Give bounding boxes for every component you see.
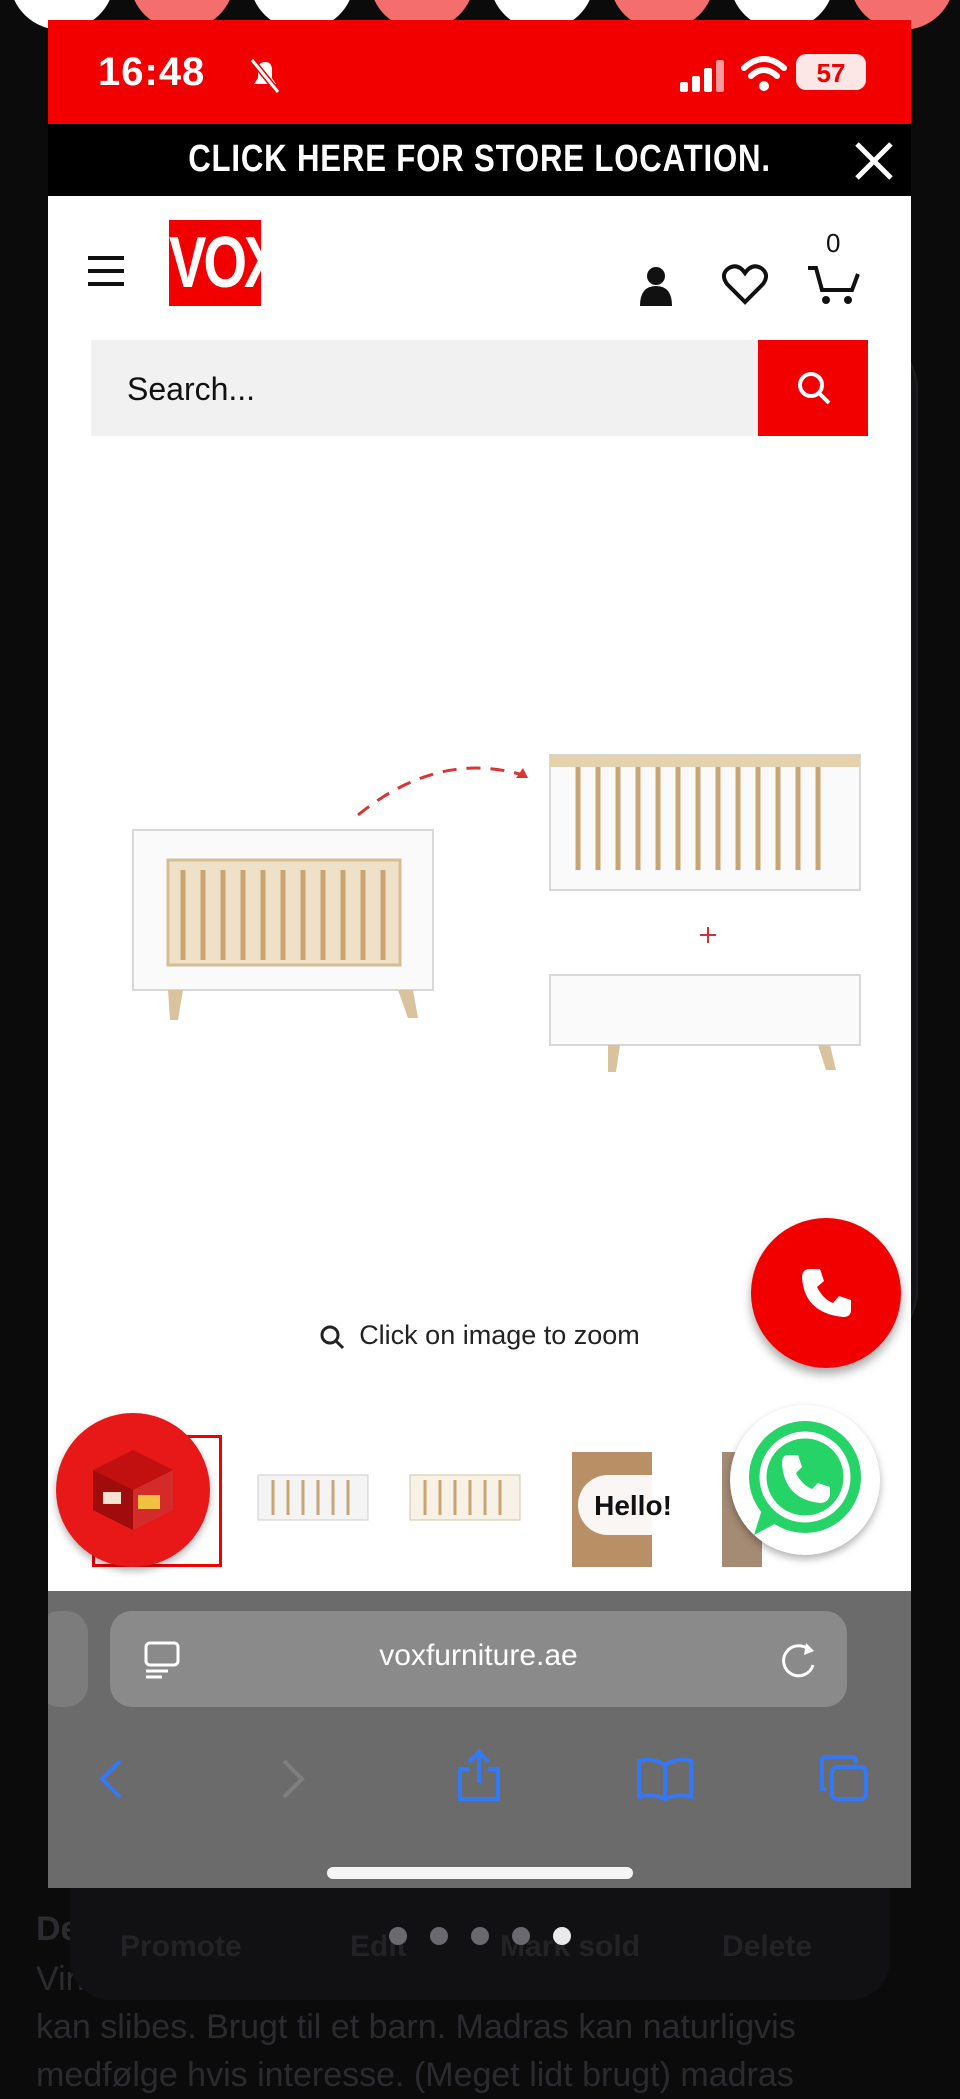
cart-count: 0	[826, 228, 841, 258]
previous-tab-peek[interactable]	[48, 1611, 88, 1707]
search-box	[91, 340, 758, 438]
delete-button[interactable]: Delete	[722, 1930, 812, 1964]
store-location-banner[interactable]: CLICK HERE FOR STORE LOCATION.	[48, 124, 911, 196]
product-image[interactable]	[108, 720, 868, 1120]
search-input[interactable]	[125, 340, 729, 438]
pager-dot[interactable]	[471, 1927, 489, 1945]
search-bar	[91, 340, 868, 438]
battery-indicator: 57	[796, 54, 866, 90]
thumbnail[interactable]	[400, 1435, 530, 1555]
battery-level: 57	[816, 58, 846, 88]
reload-icon[interactable]	[780, 1639, 818, 1679]
site-header: VOX 0	[48, 196, 911, 306]
pager-dot[interactable]	[389, 1927, 407, 1945]
room-planner-button[interactable]	[56, 1413, 210, 1567]
pager-dot[interactable]	[430, 1927, 448, 1945]
background-description-line: medfølge hvis interesse. (Meget lidt bru…	[36, 2056, 794, 2094]
vox-logo[interactable]: VOX	[169, 220, 281, 306]
pager-dot[interactable]	[512, 1927, 530, 1945]
account-icon[interactable]	[638, 266, 674, 306]
mute-icon	[249, 58, 281, 94]
whatsapp-button[interactable]	[730, 1405, 880, 1555]
chat-bubble-text: Hello!	[594, 1490, 672, 1521]
forward-icon[interactable]	[280, 1757, 306, 1801]
home-indicator[interactable]	[327, 1867, 633, 1879]
browser-toolbar: voxfurniture.ae	[48, 1591, 911, 1888]
cart-icon[interactable]	[806, 264, 860, 306]
wifi-icon	[741, 56, 787, 91]
pager-dot-active[interactable]	[553, 1927, 571, 1945]
thumbnail-strip: Hello!	[48, 1405, 911, 1575]
thumbnail-image	[257, 1474, 369, 1521]
address-bar[interactable]: voxfurniture.ae	[110, 1611, 847, 1707]
share-icon[interactable]	[456, 1749, 502, 1803]
heart-icon[interactable]	[722, 264, 768, 306]
status-time: 16:48	[98, 50, 206, 94]
url-text[interactable]: voxfurniture.ae	[110, 1639, 847, 1673]
background-description-line: kan slibes. Brugt til et barn. Madras ka…	[36, 2008, 796, 2046]
back-icon[interactable]	[98, 1757, 124, 1801]
tabs-icon[interactable]	[818, 1753, 870, 1803]
promote-button[interactable]: Promote	[120, 1930, 242, 1964]
menu-icon[interactable]	[88, 256, 124, 288]
website-screenshot: 16:48 57 CLICK HERE FOR STORE LOCATION.	[48, 20, 911, 1888]
phone-icon	[802, 1269, 851, 1317]
whatsapp-icon	[749, 1421, 861, 1535]
close-icon[interactable]	[849, 136, 899, 186]
chat-bubble[interactable]: Hello!	[578, 1475, 688, 1535]
zoom-hint-label: Click on image to zoom	[359, 1320, 640, 1350]
search-icon	[798, 372, 831, 405]
room-icon	[93, 1450, 173, 1530]
status-bar: 16:48 57	[48, 20, 911, 124]
store-location-link[interactable]: CLICK HERE FOR STORE LOCATION.	[126, 138, 834, 181]
thumbnail-image	[409, 1474, 521, 1521]
search-button[interactable]	[758, 340, 868, 436]
call-button[interactable]	[751, 1218, 901, 1368]
search-icon	[320, 1325, 345, 1349]
thumbnail[interactable]	[248, 1435, 378, 1555]
bookmarks-icon[interactable]	[636, 1757, 694, 1801]
signal-icon	[680, 60, 724, 92]
